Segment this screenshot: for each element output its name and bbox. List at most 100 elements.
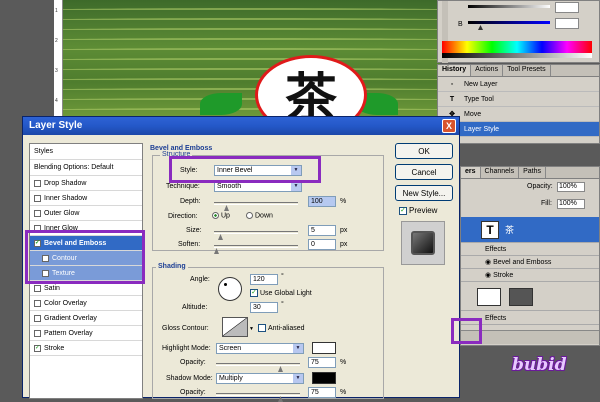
gloss-contour-preview[interactable] — [222, 317, 248, 337]
layer-name: 茶 — [505, 225, 515, 235]
blue-slider-knob[interactable] — [478, 25, 483, 30]
technique-label: Technique: — [166, 183, 200, 190]
soften-label: Soften: — [178, 241, 201, 248]
ok-button[interactable]: OK — [395, 143, 453, 159]
style-item-label: Inner Shadow — [44, 194, 88, 202]
highlight-opacity-field[interactable]: 75 — [308, 357, 336, 368]
history-item-label: New Layer — [464, 80, 498, 88]
style-checkbox[interactable] — [34, 284, 41, 292]
style-checkbox[interactable] — [34, 179, 41, 187]
soften-field[interactable]: 0 — [308, 239, 336, 250]
style-item-outer-glow[interactable]: Outer Glow — [30, 206, 142, 221]
tab-paths[interactable]: Paths — [519, 167, 546, 178]
anti-aliased-option[interactable]: Anti-aliased — [258, 324, 305, 332]
style-item-pattern-overlay[interactable]: Pattern Overlay — [30, 326, 142, 341]
tab-actions[interactable]: Actions — [471, 65, 504, 76]
layer-row-image[interactable] — [461, 283, 599, 311]
layers-tabs: ers Channels Paths — [461, 167, 599, 179]
ruler-tick: 4 — [55, 98, 58, 104]
tab-layers[interactable]: ers — [461, 167, 481, 178]
soften-unit: px — [340, 241, 348, 248]
shadow-mode-dropdown[interactable]: Multiply ▼ — [216, 373, 304, 384]
history-item[interactable]: ▣Layer Style — [438, 122, 599, 137]
chevron-down-icon: ▼ — [293, 344, 303, 353]
fill-field[interactable]: 100% — [557, 199, 585, 209]
opacity-field[interactable]: 100% — [557, 182, 585, 192]
blue-value-field[interactable] — [555, 18, 579, 29]
dialog-titlebar[interactable]: Layer Style X — [23, 117, 459, 135]
depth-field[interactable]: 100 — [308, 196, 336, 207]
style-checkbox[interactable] — [34, 329, 41, 337]
eye-icon[interactable]: ◉ — [485, 258, 493, 266]
anti-aliased-label: Anti-aliased — [268, 324, 305, 332]
style-checkbox[interactable]: ✓ — [34, 344, 41, 352]
color-slider-track[interactable] — [468, 5, 550, 8]
blue-slider-track[interactable] — [468, 21, 550, 24]
cancel-button[interactable]: Cancel — [395, 164, 453, 180]
angle-dial[interactable] — [218, 277, 242, 301]
new-style-button[interactable]: New Style... — [395, 185, 453, 201]
close-button[interactable]: X — [442, 119, 456, 133]
size-label: Size: — [186, 227, 202, 234]
angle-field[interactable]: 120 — [250, 274, 278, 285]
effect-row[interactable]: ◉ Stroke — [461, 269, 599, 282]
effect-label: Bevel and Emboss — [493, 258, 552, 266]
blending-options-item[interactable]: Blending Options: Default — [30, 160, 142, 176]
altitude-field[interactable]: 30 — [250, 302, 278, 313]
style-checkbox[interactable] — [34, 194, 41, 202]
watermark: bubid — [512, 355, 567, 375]
style-item-stroke[interactable]: ✓ Stroke — [30, 341, 142, 356]
history-item[interactable]: ✥ Move — [438, 107, 599, 122]
style-item-drop-shadow[interactable]: Drop Shadow — [30, 176, 142, 191]
radio-icon[interactable] — [246, 212, 253, 219]
style-item-inner-shadow[interactable]: Inner Shadow — [30, 191, 142, 206]
highlight-box-layer-style-button — [451, 318, 482, 344]
checkbox-icon[interactable] — [258, 324, 266, 332]
depth-label: Depth: — [180, 198, 201, 205]
style-item-label: Gradient Overlay — [44, 314, 97, 322]
style-item-label: Satin — [44, 284, 60, 292]
color-value-field[interactable] — [555, 2, 579, 13]
style-checkbox[interactable] — [34, 314, 41, 322]
global-light-option[interactable]: ✓ Use Global Light — [250, 289, 312, 297]
radio-selected-icon[interactable] — [212, 212, 219, 219]
style-item-color-overlay[interactable]: Color Overlay — [30, 296, 142, 311]
size-field[interactable]: 5 — [308, 225, 336, 236]
highlight-box-style — [169, 156, 321, 183]
style-item-gradient-overlay[interactable]: Gradient Overlay — [30, 311, 142, 326]
eye-icon[interactable]: ◉ — [485, 271, 493, 279]
depth-slider-track[interactable] — [214, 202, 298, 205]
color-spectrum-bar[interactable] — [442, 41, 592, 53]
checkbox-checked-icon[interactable]: ✓ — [399, 206, 407, 215]
grayscale-bar[interactable] — [442, 53, 592, 58]
soften-slider-track[interactable] — [214, 245, 298, 248]
history-item[interactable]: ▫ New Layer — [438, 77, 599, 92]
style-checkbox[interactable] — [34, 299, 41, 307]
highlight-opacity-slider[interactable] — [216, 363, 300, 366]
direction-up-option[interactable]: Up — [212, 212, 230, 219]
highlight-color-swatch[interactable] — [312, 342, 336, 354]
shadow-opacity-unit: % — [340, 389, 347, 396]
tab-channels[interactable]: Channels — [481, 167, 520, 178]
direction-down-option[interactable]: Down — [246, 212, 273, 219]
size-slider-track[interactable] — [214, 231, 298, 234]
preview-option[interactable]: ✓ Preview — [399, 206, 437, 215]
history-item[interactable]: T Type Tool — [438, 92, 599, 107]
styles-header[interactable]: Styles — [30, 144, 142, 160]
altitude-unit: ° — [281, 301, 284, 308]
effect-row[interactable]: ◉ Bevel and Emboss — [461, 256, 599, 269]
shadow-opacity-slider[interactable] — [216, 393, 300, 396]
shadow-opacity-field[interactable]: 75 — [308, 387, 336, 398]
history-item-label: Type Tool — [464, 95, 494, 103]
chevron-down-icon[interactable]: ▼ — [249, 326, 254, 332]
style-checkbox[interactable] — [34, 209, 41, 217]
effects-row[interactable]: Effects — [461, 243, 599, 256]
history-tabs: History Actions Tool Presets — [438, 65, 599, 77]
shadow-opacity-label: Opacity: — [180, 389, 206, 396]
tab-history[interactable]: History — [438, 65, 472, 76]
tab-tool-presets[interactable]: Tool Presets — [503, 65, 551, 76]
layer-row-type[interactable]: T 茶 — [461, 217, 599, 243]
highlight-mode-dropdown[interactable]: Screen ▼ — [216, 343, 304, 354]
shadow-color-swatch[interactable] — [312, 372, 336, 384]
checkbox-checked-icon[interactable]: ✓ — [250, 289, 258, 297]
